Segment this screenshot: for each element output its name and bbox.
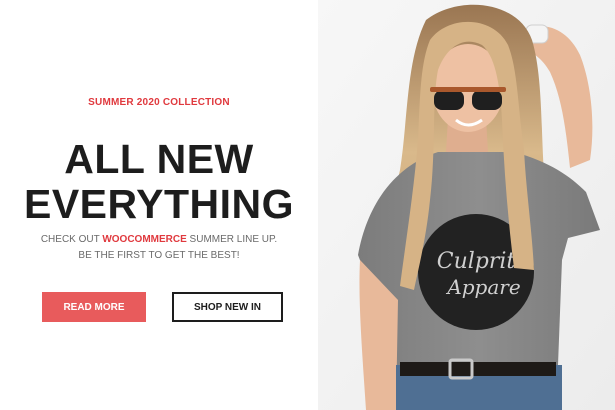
collection-eyebrow: SUMMER 2020 COLLECTION <box>88 97 230 108</box>
hero-headline: ALL NEW EVERYTHING <box>0 137 318 227</box>
belt <box>400 362 556 376</box>
woocommerce-highlight: WOOCOMMERCE <box>102 234 187 245</box>
hero-model-photo: Culprit Appare <box>318 0 615 410</box>
subtitle-line-2: BE THE FIRST TO GET THE BEST! <box>78 250 240 261</box>
subtitle-text-end: SUMMER LINE UP. <box>186 234 278 245</box>
hero-subtitle: CHECK OUT WOOCOMMERCE SUMMER LINE UP. BE… <box>0 232 318 264</box>
headline-line-2: EVERYTHING <box>23 181 295 227</box>
read-more-label: READ MORE <box>63 301 125 313</box>
shirt-print-text-2: Appare <box>445 275 520 299</box>
headline-line-1: ALL NEW <box>64 136 254 182</box>
shop-new-in-label: SHOP NEW IN <box>193 301 262 313</box>
subtitle-text-start: CHECK OUT <box>40 234 103 245</box>
subtitle-line-1: CHECK OUT WOOCOMMERCE SUMMER LINE UP. <box>0 232 318 248</box>
hero-banner: SUMMER 2020 COLLECTION ALL NEW EVERYTHIN… <box>0 0 615 410</box>
shirt-print-text-1: Culprit <box>437 249 516 274</box>
model-illustration: Culprit Appare <box>318 0 615 410</box>
shop-new-in-button[interactable]: SHOP NEW IN <box>172 292 283 322</box>
read-more-button[interactable]: READ MORE <box>42 292 146 322</box>
hero-text-panel: SUMMER 2020 COLLECTION ALL NEW EVERYTHIN… <box>0 0 318 410</box>
